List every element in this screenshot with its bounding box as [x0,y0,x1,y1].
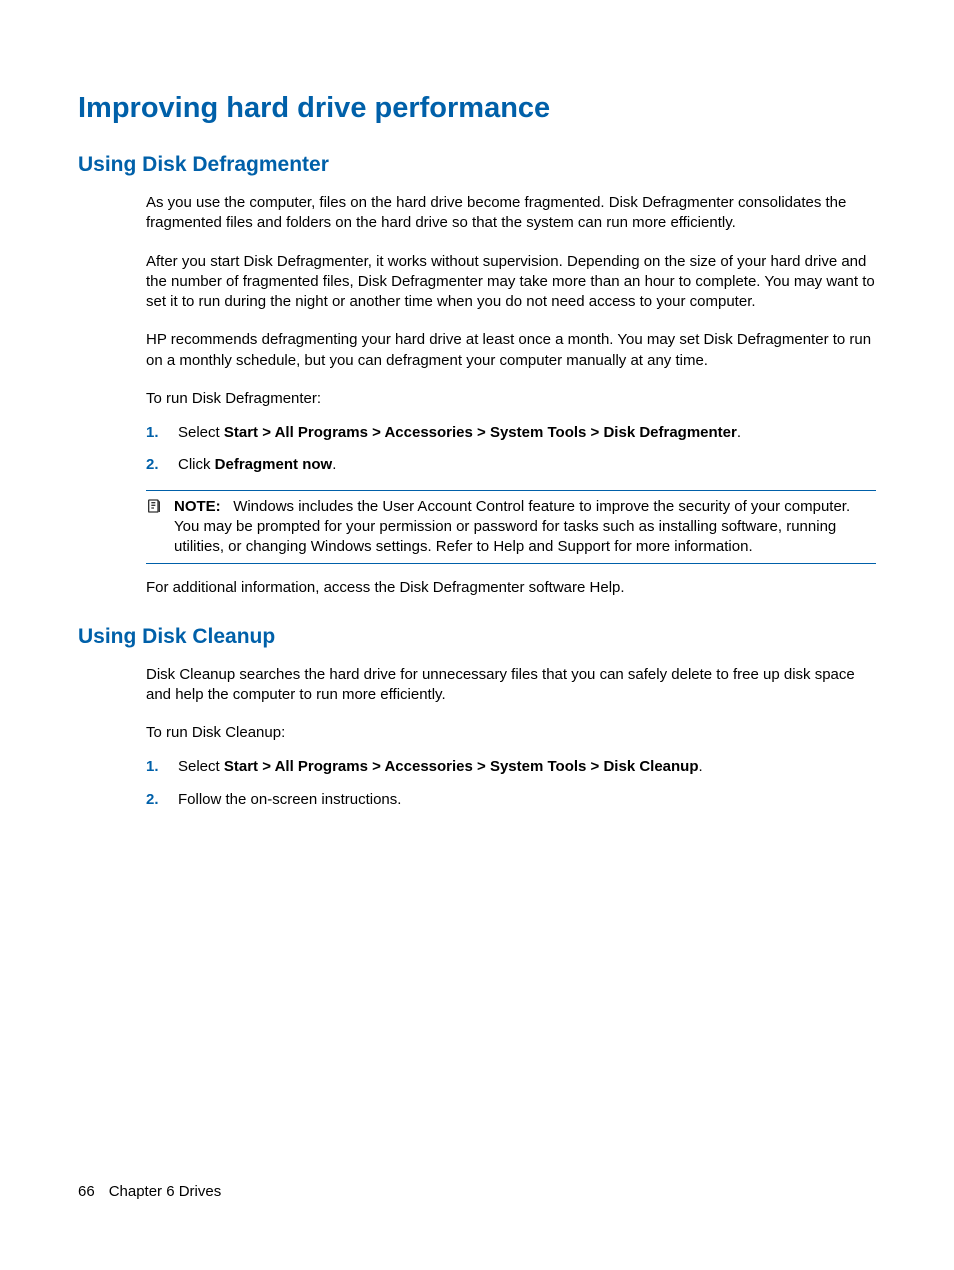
note-body: Windows includes the User Account Contro… [174,498,850,556]
paragraph: For additional information, access the D… [146,578,876,598]
page-title: Improving hard drive performance [78,92,876,125]
text: Select [178,758,224,775]
paragraph: HP recommends defragmenting your hard dr… [146,330,876,371]
page-footer: 66 Chapter 6 Drives [78,1183,221,1200]
step-text: Select Start > All Programs > Accessorie… [178,423,876,443]
step-text: Follow the on-screen instructions. [178,790,876,810]
step-number: 2. [146,790,178,810]
page-container: Improving hard drive performance Using D… [0,0,954,1270]
step-number: 1. [146,423,178,443]
text-bold: Start > All Programs > Accessories > Sys… [224,424,737,441]
list-item: 1. Select Start > All Programs > Accesso… [146,423,876,443]
paragraph: To run Disk Cleanup: [146,723,876,743]
text: . [737,424,741,441]
text: Select [178,424,224,441]
paragraph: As you use the computer, files on the ha… [146,193,876,234]
note-box: NOTE: Windows includes the User Account … [146,490,876,565]
list-item: 2. Click Defragment now. [146,455,876,475]
section-heading-cleanup: Using Disk Cleanup [78,625,876,649]
text: . [332,456,336,473]
text: . [699,758,703,775]
step-number: 1. [146,757,178,777]
section-heading-defragmenter: Using Disk Defragmenter [78,153,876,177]
step-number: 2. [146,455,178,475]
paragraph: After you start Disk Defragmenter, it wo… [146,252,876,313]
paragraph: Disk Cleanup searches the hard drive for… [146,665,876,706]
text: Click [178,456,215,473]
note-icon [146,497,174,558]
step-text: Select Start > All Programs > Accessorie… [178,757,876,777]
paragraph: To run Disk Defragmenter: [146,389,876,409]
note-text: NOTE: Windows includes the User Account … [174,497,876,558]
chapter-label: Chapter 6 Drives [109,1183,222,1200]
steps-list: 1. Select Start > All Programs > Accesso… [146,423,876,476]
list-item: 1. Select Start > All Programs > Accesso… [146,757,876,777]
step-text: Click Defragment now. [178,455,876,475]
page-number: 66 [78,1183,95,1200]
list-item: 2. Follow the on-screen instructions. [146,790,876,810]
text-bold: Start > All Programs > Accessories > Sys… [224,758,699,775]
note-label: NOTE: [174,498,221,515]
steps-list: 1. Select Start > All Programs > Accesso… [146,757,876,810]
text-bold: Defragment now [215,456,333,473]
